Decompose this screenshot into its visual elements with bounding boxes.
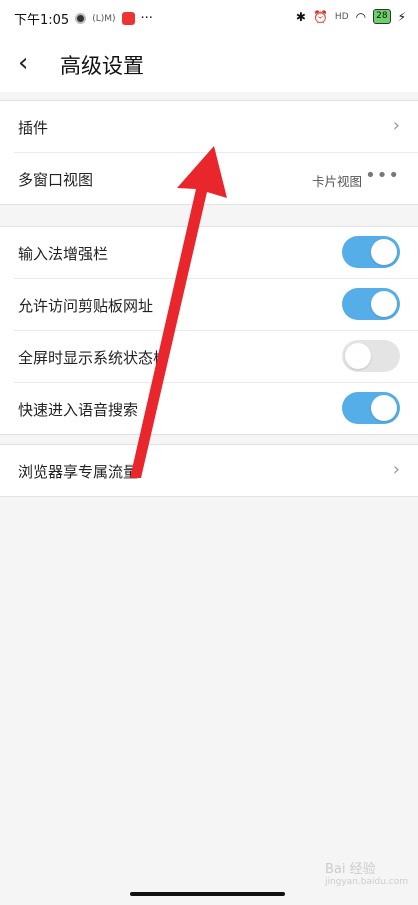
chevron-right-icon: › bbox=[392, 115, 400, 136]
settings-row-plugins[interactable]: 插件 › bbox=[14, 101, 418, 153]
alarm-icon: ⏰ bbox=[312, 9, 328, 24]
toggle-switch[interactable] bbox=[342, 392, 400, 424]
toggle-switch[interactable] bbox=[342, 288, 400, 320]
clock: 下午1:05 bbox=[14, 13, 70, 28]
row-label: 浏览器享专属流量 bbox=[18, 463, 139, 481]
more-notifications: ··· bbox=[140, 11, 153, 26]
watermark-title: Bai 经验 bbox=[324, 862, 376, 877]
settings-row-voice-search[interactable]: 快速进入语音搜索 bbox=[14, 383, 418, 434]
row-label: 多窗口视图 bbox=[18, 171, 94, 189]
toggle-knob bbox=[371, 291, 397, 317]
settings-row-fullscreen-statusbar[interactable]: 全屏时显示系统状态栏 bbox=[14, 331, 418, 383]
page-title: 高级设置 bbox=[60, 54, 144, 78]
settings-group-3: 浏览器享专属流量 › bbox=[0, 444, 418, 497]
battery-icon: 28 bbox=[373, 9, 391, 24]
row-label: 允许访问剪贴板网址 bbox=[18, 297, 154, 315]
toggle-knob bbox=[345, 343, 371, 369]
settings-row-exclusive-traffic[interactable]: 浏览器享专属流量 › bbox=[14, 445, 418, 496]
settings-row-clipboard[interactable]: 允许访问剪贴板网址 bbox=[14, 279, 418, 331]
page-header: ‹ 高级设置 bbox=[0, 36, 418, 92]
wifi-icon: ◠ bbox=[355, 9, 367, 24]
app-notification-icon bbox=[121, 12, 135, 25]
chevron-right-icon: › bbox=[392, 459, 400, 480]
more-icon[interactable]: ••• bbox=[365, 165, 400, 186]
settings-row-ime-bar[interactable]: 输入法增强栏 bbox=[14, 227, 418, 279]
toggle-knob bbox=[371, 239, 397, 265]
settings-row-multiwindow[interactable]: 多窗口视图 卡片视图 ••• bbox=[14, 153, 418, 204]
watermark-url: jingyan.baidu.com bbox=[324, 877, 408, 887]
watermark: Bai 经验 jingyan.baidu.com bbox=[325, 858, 408, 887]
row-label: 输入法增强栏 bbox=[18, 245, 109, 263]
status-bar: 下午1:05 (L)M) ··· ✱ ⏰ HD ◠ 28 ⚡ bbox=[0, 0, 418, 36]
row-label: 全屏时显示系统状态栏 bbox=[18, 349, 169, 367]
charging-icon: ⚡ bbox=[397, 9, 406, 24]
settings-group-2: 输入法增强栏 允许访问剪贴板网址 全屏时显示系统状态栏 快速进入语音搜索 bbox=[0, 226, 418, 435]
signal-icon: HD bbox=[334, 11, 349, 22]
settings-group-1: 插件 › 多窗口视图 卡片视图 ••• bbox=[0, 100, 418, 205]
home-indicator[interactable] bbox=[130, 892, 285, 896]
bluetooth-icon: ✱ bbox=[295, 9, 306, 24]
row-value: 卡片视图 bbox=[311, 174, 362, 189]
back-icon[interactable]: ‹ bbox=[18, 48, 48, 78]
toggle-switch[interactable] bbox=[342, 340, 400, 372]
toggle-knob bbox=[371, 395, 397, 421]
app-badge: (L)M) bbox=[92, 13, 116, 24]
row-label: 快速进入语音搜索 bbox=[18, 401, 139, 419]
toggle-switch[interactable] bbox=[342, 236, 400, 268]
row-label: 插件 bbox=[18, 119, 49, 137]
notification-dot-icon bbox=[75, 13, 87, 24]
